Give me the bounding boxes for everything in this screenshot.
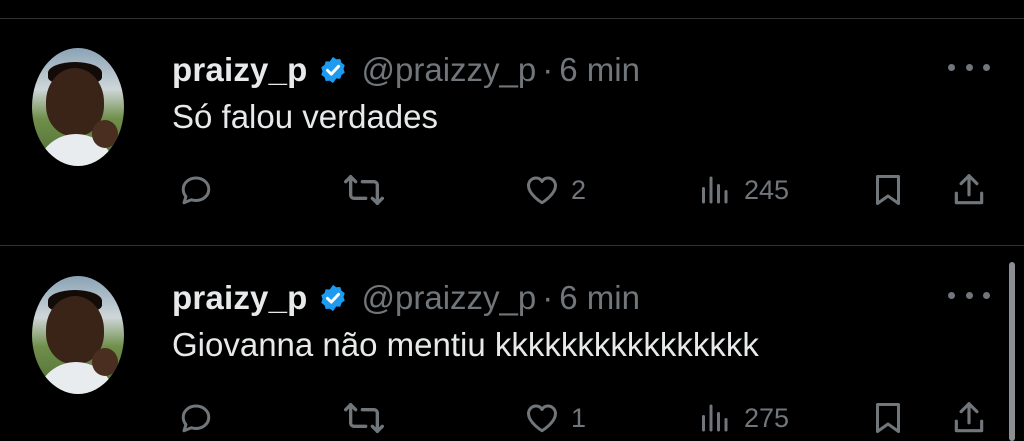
bookmark-button[interactable] — [870, 170, 906, 210]
views-icon — [702, 404, 728, 432]
retweet-button[interactable] — [342, 170, 396, 210]
like-button[interactable]: 1 — [523, 398, 586, 438]
verified-badge-icon — [320, 284, 345, 312]
reply-button[interactable] — [178, 170, 224, 210]
separator: · — [542, 51, 554, 88]
tweet-actions: 2 245 — [0, 164, 1024, 216]
tweet[interactable]: praizy_p @praizzy_p · 6 min Só falou ver… — [0, 0, 1024, 228]
handle[interactable]: @praizzy_p — [362, 279, 537, 317]
view-count: 245 — [744, 174, 790, 205]
tweet-header: praizy_p @praizzy_p · 6 min — [172, 48, 640, 92]
tweet-text: Giovanna não mentiu kkkkkkkkkkkkkkkk — [172, 326, 759, 363]
like-count: 1 — [571, 402, 587, 433]
bookmark-icon — [876, 403, 900, 433]
retweet-button[interactable] — [342, 398, 396, 438]
scrollbar[interactable] — [1009, 262, 1015, 441]
retweet-icon — [343, 403, 384, 433]
share-button[interactable] — [950, 170, 988, 210]
tweet[interactable]: praizy_p @praizzy_p · 6 min Giovanna não… — [0, 228, 1024, 441]
more-icon[interactable] — [948, 52, 990, 82]
reply-button[interactable] — [178, 398, 224, 438]
avatar[interactable] — [32, 48, 124, 166]
username[interactable]: praizy_p — [172, 51, 308, 89]
avatar[interactable] — [32, 276, 124, 394]
separator: · — [542, 279, 554, 316]
views-icon — [702, 176, 728, 204]
tweet-text: Só falou verdades — [172, 98, 439, 135]
verified-badge-icon — [320, 56, 345, 84]
tweet-header: praizy_p @praizzy_p · 6 min — [172, 276, 640, 320]
like-count: 2 — [571, 174, 587, 205]
reply-icon — [181, 404, 211, 433]
view-count: 275 — [744, 402, 790, 433]
like-button[interactable]: 2 — [523, 170, 586, 210]
share-icon — [954, 402, 984, 433]
views-button[interactable]: 275 — [694, 398, 789, 438]
bookmark-icon — [876, 175, 900, 205]
more-icon[interactable] — [948, 280, 990, 310]
share-icon — [954, 174, 984, 205]
share-button[interactable] — [950, 398, 988, 438]
timestamp[interactable]: 6 min — [559, 279, 640, 317]
heart-icon — [527, 176, 557, 205]
tweet-actions: 1 275 — [0, 392, 1024, 441]
bookmark-button[interactable] — [870, 398, 906, 438]
reply-icon — [181, 176, 211, 205]
heart-icon — [527, 404, 557, 433]
timestamp[interactable]: 6 min — [559, 51, 640, 89]
tweet-feed: praizy_p @praizzy_p · 6 min Só falou ver… — [0, 0, 1024, 441]
username[interactable]: praizy_p — [172, 279, 308, 317]
handle[interactable]: @praizzy_p — [362, 51, 537, 89]
views-button[interactable]: 245 — [694, 170, 789, 210]
retweet-icon — [343, 175, 384, 205]
